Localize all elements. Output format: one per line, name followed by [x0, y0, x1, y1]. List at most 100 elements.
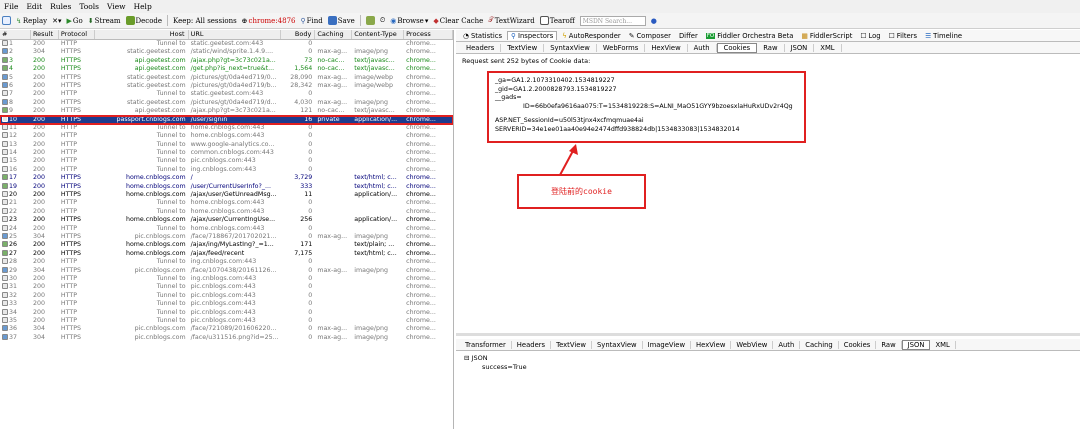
table-row[interactable]: 20 200 HTTPS home.cnblogs.com/ajax/user/Get…: [0, 191, 453, 199]
msdn-search-input[interactable]: MSDN Search...: [579, 15, 646, 26]
tab-differ[interactable]: Differ: [676, 32, 701, 40]
table-row[interactable]: 1 200 HTTP Tunnel to static.geetest.com:443 0…: [0, 40, 453, 48]
table-row[interactable]: 3 200 HTTPS api.geetest.com/ajax.php?gt=3c7…: [0, 56, 453, 65]
table-row[interactable]: 37 304 HTTPS pic.cnblogs.com/face/u311516.p…: [0, 333, 453, 342]
resp-tab-xml[interactable]: XML: [930, 340, 956, 349]
table-row[interactable]: 29 304 HTTPS pic.cnblogs.com/face/1070438/2…: [0, 266, 453, 275]
table-row[interactable]: 8 200 HTTPS static.geetest.com/pictures/gt/…: [0, 98, 453, 107]
table-row[interactable]: 26 200 HTTPS home.cnblogs.com/ajax/ing/MyLa…: [0, 241, 453, 249]
clear-cache-button[interactable]: ◆ Clear Cache: [433, 17, 483, 25]
table-row[interactable]: 17 200 HTTPS home.cnblogs.com / 3,729 text/htm…: [0, 174, 453, 182]
menu-file[interactable]: File: [4, 2, 18, 11]
menu-tools[interactable]: Tools: [79, 2, 99, 11]
col-number[interactable]: #: [0, 30, 31, 39]
json-root-node[interactable]: ⊟ JSON: [464, 354, 527, 363]
col-protocol[interactable]: Protocol: [59, 30, 95, 39]
tab-autoresponder[interactable]: ϟ AutoResponder: [559, 32, 623, 40]
req-tab-syntaxview[interactable]: SyntaxView: [544, 43, 597, 52]
resp-tab-syntaxview[interactable]: SyntaxView: [592, 340, 643, 349]
resp-tab-json[interactable]: JSON: [901, 339, 931, 350]
find-button[interactable]: ⚲ Find: [301, 17, 323, 25]
col-process[interactable]: Process: [404, 30, 453, 39]
resp-tab-imageview[interactable]: ImageView: [643, 340, 692, 349]
json-item[interactable]: success=True: [464, 363, 527, 372]
timer-button[interactable]: ⏲: [380, 16, 385, 25]
table-row[interactable]: 21 200 HTTP Tunnel to home.cnblogs.com:443 0 c…: [0, 199, 453, 207]
table-row[interactable]: 11 200 HTTP Tunnel to home.cnblogs.com:443 0 c…: [0, 123, 453, 132]
req-tab-headers[interactable]: Headers: [460, 43, 502, 52]
go-button[interactable]: ▶ Go: [67, 17, 83, 25]
table-row[interactable]: 16 200 HTTP Tunnel to ing.cnblogs.com:443 0 ch…: [0, 165, 453, 174]
tab-composer[interactable]: ✎ Composer: [626, 32, 674, 40]
table-row[interactable]: 22 200 HTTP Tunnel to home.cnblogs.com:443 0 c…: [0, 207, 453, 216]
process-filter-button[interactable]: ⊕ chrome:4876: [242, 17, 296, 25]
keep-sessions-dropdown[interactable]: Keep: All sessions: [173, 17, 237, 25]
tab-log[interactable]: ☐ Log: [857, 32, 883, 40]
table-row[interactable]: 5 200 HTTPS static.geetest.com/pictures/gt/…: [0, 73, 453, 82]
table-row[interactable]: 33 200 HTTP Tunnel to pic.cnblogs.com:443 0 ch…: [0, 300, 453, 308]
table-row[interactable]: 35 200 HTTP Tunnel to pic.cnblogs.com:443 0 ch…: [0, 316, 453, 325]
replay-button[interactable]: ↯ Replay: [16, 17, 47, 25]
col-content-type[interactable]: Content-Type: [352, 30, 405, 39]
resp-tab-caching[interactable]: Caching: [800, 340, 839, 349]
req-tab-textview[interactable]: TextView: [501, 43, 545, 52]
table-row[interactable]: 15 200 HTTP Tunnel to pic.cnblogs.com:443 0 ch…: [0, 157, 453, 165]
req-tab-auth[interactable]: Auth: [688, 43, 717, 52]
table-row[interactable]: 10 200 HTTPS passport.cnblogs.com/user/sign…: [0, 114, 453, 125]
table-row[interactable]: 7 200 HTTP Tunnel to static.geetest.com:443 0…: [0, 90, 453, 98]
req-tab-webforms[interactable]: WebForms: [597, 43, 646, 52]
req-tab-cookies[interactable]: Cookies: [716, 42, 758, 53]
col-url[interactable]: URL: [189, 30, 282, 39]
tab-filters[interactable]: ☐ Filters: [886, 32, 920, 40]
table-row[interactable]: 34 200 HTTP Tunnel to pic.cnblogs.com:443 0 ch…: [0, 308, 453, 317]
tab-inspectors[interactable]: ⚲ Inspectors: [507, 31, 558, 40]
resp-tab-auth[interactable]: Auth: [773, 340, 801, 349]
table-row[interactable]: 23 200 HTTPS home.cnblogs.com/ajax/user/Cur…: [0, 216, 453, 224]
stream-button[interactable]: ⬇ Stream: [88, 17, 121, 25]
req-tab-hexview[interactable]: HexView: [645, 43, 688, 52]
tab-fiddler-orchestra[interactable]: FO Fiddler Orchestra Beta: [703, 32, 797, 40]
tab-fiddlerscript[interactable]: ▦ FiddlerScript: [798, 32, 855, 40]
tab-timeline[interactable]: ☰ Timeline: [922, 32, 965, 40]
table-row[interactable]: 27 200 HTTPS home.cnblogs.com/ajax/feed/rec…: [0, 249, 453, 258]
tab-statistics[interactable]: ◔ Statistics: [460, 32, 505, 40]
resp-tab-cookies[interactable]: Cookies: [839, 340, 877, 349]
table-row[interactable]: 24 200 HTTP Tunnel to home.cnblogs.com:443 0 c…: [0, 224, 453, 233]
menu-rules[interactable]: Rules: [50, 2, 71, 11]
browse-button[interactable]: ◉ Browse ▾: [390, 17, 428, 25]
resp-tab-webview[interactable]: WebView: [731, 340, 774, 349]
table-row[interactable]: 30 200 HTTP Tunnel to ing.cnblogs.com:443 0 ch…: [0, 274, 453, 283]
menu-edit[interactable]: Edit: [26, 2, 42, 11]
textwizard-button[interactable]: 𝒯 TextWizard: [488, 16, 534, 25]
resp-tab-headers[interactable]: Headers: [512, 340, 552, 349]
req-tab-raw[interactable]: Raw: [757, 43, 785, 52]
table-row[interactable]: 4 200 HTTPS api.geetest.com/get.php?is_next…: [0, 65, 453, 73]
table-row[interactable]: 25 304 HTTPS pic.cnblogs.com/face/718867/20…: [0, 232, 453, 241]
col-result[interactable]: Result: [31, 30, 59, 39]
col-caching[interactable]: Caching: [315, 30, 353, 39]
col-host[interactable]: Host: [95, 30, 189, 39]
remove-button[interactable]: ✕▾: [52, 17, 61, 25]
pane-splitter[interactable]: [456, 333, 1080, 336]
table-row[interactable]: 36 304 HTTPS pic.cnblogs.com/face/721089/20…: [0, 325, 453, 333]
table-row[interactable]: 13 200 HTTP Tunnel to www.google-analytics.c…: [0, 140, 453, 149]
table-row[interactable]: 31 200 HTTP Tunnel to pic.cnblogs.com:443 0 ch…: [0, 283, 453, 291]
help-button[interactable]: ●: [651, 17, 657, 25]
resp-tab-transformer[interactable]: Transformer: [460, 340, 512, 349]
table-row[interactable]: 12 200 HTTP Tunnel to home.cnblogs.com:443 0 c…: [0, 132, 453, 140]
resp-tab-hexview[interactable]: HexView: [691, 340, 732, 349]
resp-tab-textview[interactable]: TextView: [551, 340, 592, 349]
req-tab-json[interactable]: JSON: [785, 43, 815, 52]
table-row[interactable]: 2 304 HTTPS static.geetest.com/static/wind/…: [0, 48, 453, 56]
screenshot-button[interactable]: [365, 16, 375, 25]
table-row[interactable]: 19 200 HTTPS home.cnblogs.com/user/CurrentU…: [0, 182, 453, 191]
menu-help[interactable]: Help: [134, 2, 152, 11]
col-body[interactable]: Body: [281, 30, 316, 39]
save-button[interactable]: Save: [327, 16, 355, 25]
menu-view[interactable]: View: [107, 2, 126, 11]
tearoff-button[interactable]: Tearoff: [539, 16, 575, 25]
table-row[interactable]: 6 200 HTTPS static.geetest.com/pictures/gt/…: [0, 81, 453, 90]
collapse-icon[interactable]: ⊟: [464, 354, 469, 362]
comment-button[interactable]: [2, 16, 11, 25]
table-row[interactable]: 9 200 HTTPS api.geetest.com/ajax.php?gt=3c7…: [0, 107, 453, 115]
